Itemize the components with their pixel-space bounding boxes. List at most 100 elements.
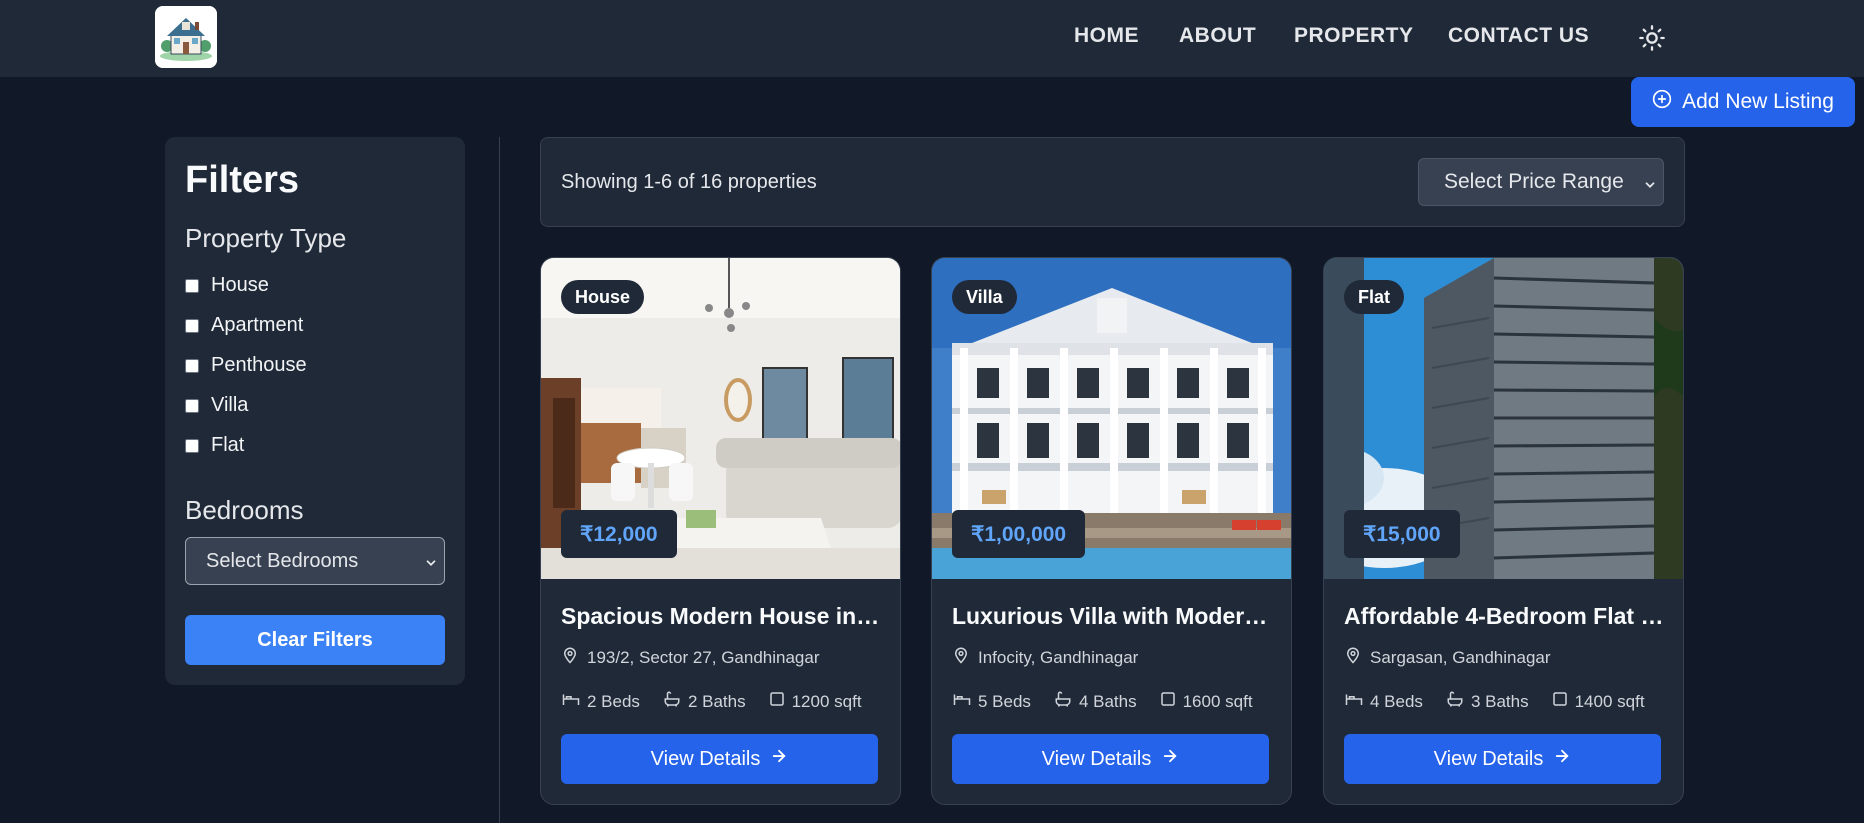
location-text: 193/2, Sector 27, Gandhinagar <box>587 647 820 667</box>
baths-text: 2 Baths <box>687 691 746 711</box>
property-stats: 2 Beds 2 Baths 1200 sqft <box>561 690 862 713</box>
arrow-right-icon <box>770 747 788 771</box>
property-stats: 4 Beds 3 Baths 1400 sqft <box>1344 690 1645 713</box>
results-toolbar: Showing 1-6 of 16 properties Select Pric… <box>540 137 1685 227</box>
price-badge: ₹12,000 <box>561 510 677 558</box>
price-range-value: Select Price Range <box>1444 170 1624 193</box>
baths-text: 3 Baths <box>1470 691 1529 711</box>
property-type-badge: Flat <box>1344 280 1405 314</box>
filter-house[interactable]: House <box>185 274 269 297</box>
map-pin-icon <box>952 646 970 669</box>
beds-text: 2 Beds <box>587 691 640 711</box>
nav-home[interactable]: HOME <box>1074 24 1139 48</box>
beds-text: 5 Beds <box>978 691 1031 711</box>
baths-text: 4 Baths <box>1078 691 1137 711</box>
property-type-badge: Villa <box>952 280 1017 314</box>
location-text: Infocity, Gandhinagar <box>978 647 1139 667</box>
checkbox[interactable] <box>185 278 199 293</box>
beds-text: 4 Beds <box>1370 691 1423 711</box>
filter-villa[interactable]: Villa <box>185 394 248 417</box>
filter-apartment[interactable]: Apartment <box>185 314 303 337</box>
price-badge: ₹15,000 <box>1344 510 1460 558</box>
bed-icon <box>952 690 972 713</box>
view-details-button[interactable]: View Details <box>561 734 878 784</box>
bedrooms-select[interactable]: Select Bedrooms <box>185 537 445 585</box>
square-icon <box>1159 690 1177 713</box>
arrow-right-icon <box>1553 747 1571 771</box>
area-stat: 1400 sqft <box>1551 690 1645 713</box>
sun-icon[interactable] <box>1638 24 1666 52</box>
view-details-label: View Details <box>1433 747 1544 770</box>
property-location: Sargasan, Gandhinagar <box>1344 646 1551 669</box>
plus-circle-icon <box>1652 89 1672 115</box>
filter-label: Villa <box>211 394 249 416</box>
navbar: HOME ABOUT PROPERTY CONTACT US <box>0 0 1864 77</box>
divider <box>499 137 500 823</box>
square-icon <box>1551 690 1569 713</box>
property-title[interactable]: Affordable 4-Bedroom Flat in Sargasan <box>1344 603 1665 630</box>
baths-stat: 3 Baths <box>1445 690 1529 713</box>
property-card[interactable]: Flat ₹15,000 Affordable 4-Bedroom Flat i… <box>1323 257 1684 805</box>
property-image[interactable]: House ₹12,000 <box>541 258 900 579</box>
property-stats: 5 Beds 4 Baths 1600 sqft <box>952 690 1253 713</box>
baths-stat: 4 Baths <box>1053 690 1137 713</box>
property-location: 193/2, Sector 27, Gandhinagar <box>561 646 820 669</box>
filter-label: House <box>211 274 269 296</box>
view-details-button[interactable]: View Details <box>952 734 1269 784</box>
area-text: 1600 sqft <box>1182 691 1253 711</box>
property-card[interactable]: Villa ₹1,00,000 Luxurious Villa with Mod… <box>931 257 1292 805</box>
view-details-button[interactable]: View Details <box>1344 734 1661 784</box>
checkbox[interactable] <box>185 358 199 373</box>
filters-title: Filters <box>185 159 300 201</box>
area-stat: 1600 sqft <box>1159 690 1253 713</box>
view-details-label: View Details <box>650 747 761 770</box>
property-type-badge: House <box>561 280 645 314</box>
map-pin-icon <box>1344 646 1362 669</box>
property-card[interactable]: House ₹12,000 Spacious Modern House in S… <box>540 257 901 805</box>
map-pin-icon <box>561 646 579 669</box>
beds-stat: 4 Beds <box>1344 690 1423 713</box>
filter-label: Penthouse <box>211 354 307 376</box>
checkbox[interactable] <box>185 398 199 413</box>
bath-icon <box>1445 690 1465 713</box>
filter-penthouse[interactable]: Penthouse <box>185 354 307 377</box>
square-icon <box>768 690 786 713</box>
add-new-listing-button[interactable]: Add New Listing <box>1631 77 1855 127</box>
bath-icon <box>662 690 682 713</box>
price-range-select[interactable]: Select Price Range <box>1418 158 1664 206</box>
nav-property[interactable]: PROPERTY <box>1294 24 1414 48</box>
filters-sidebar: Filters Property Type House Apartment Pe… <box>165 137 465 685</box>
property-title[interactable]: Spacious Modern House in Sector 27 <box>561 603 882 630</box>
property-type-title: Property Type <box>185 223 347 253</box>
add-new-listing-label: Add New Listing <box>1682 90 1834 113</box>
arrow-right-icon <box>1161 747 1179 771</box>
location-text: Sargasan, Gandhinagar <box>1370 647 1551 667</box>
results-count: Showing 1-6 of 16 properties <box>561 171 817 193</box>
beds-stat: 5 Beds <box>952 690 1031 713</box>
chevron-down-icon <box>1643 174 1657 188</box>
checkbox[interactable] <box>185 318 199 333</box>
filter-flat[interactable]: Flat <box>185 434 244 457</box>
nav-contact-us[interactable]: CONTACT US <box>1448 24 1589 48</box>
baths-stat: 2 Baths <box>662 690 746 713</box>
filter-label: Apartment <box>211 314 304 336</box>
clear-filters-button[interactable]: Clear Filters <box>185 615 445 665</box>
house-logo-icon[interactable] <box>155 6 217 68</box>
bedrooms-select-value: Select Bedrooms <box>206 549 359 572</box>
area-stat: 1200 sqft <box>768 690 862 713</box>
property-image[interactable]: Flat ₹15,000 <box>1324 258 1683 579</box>
view-details-label: View Details <box>1041 747 1152 770</box>
bedrooms-title: Bedrooms <box>185 495 304 525</box>
area-text: 1400 sqft <box>1574 691 1645 711</box>
bed-icon <box>561 690 581 713</box>
property-title[interactable]: Luxurious Villa with Modern Amenities <box>952 603 1273 630</box>
chevron-down-icon <box>424 553 438 567</box>
price-badge: ₹1,00,000 <box>952 510 1086 558</box>
checkbox[interactable] <box>185 438 199 453</box>
filter-label: Flat <box>211 434 245 456</box>
area-text: 1200 sqft <box>791 691 862 711</box>
property-image[interactable]: Villa ₹1,00,000 <box>932 258 1291 579</box>
bath-icon <box>1053 690 1073 713</box>
property-location: Infocity, Gandhinagar <box>952 646 1138 669</box>
nav-about[interactable]: ABOUT <box>1179 24 1256 48</box>
